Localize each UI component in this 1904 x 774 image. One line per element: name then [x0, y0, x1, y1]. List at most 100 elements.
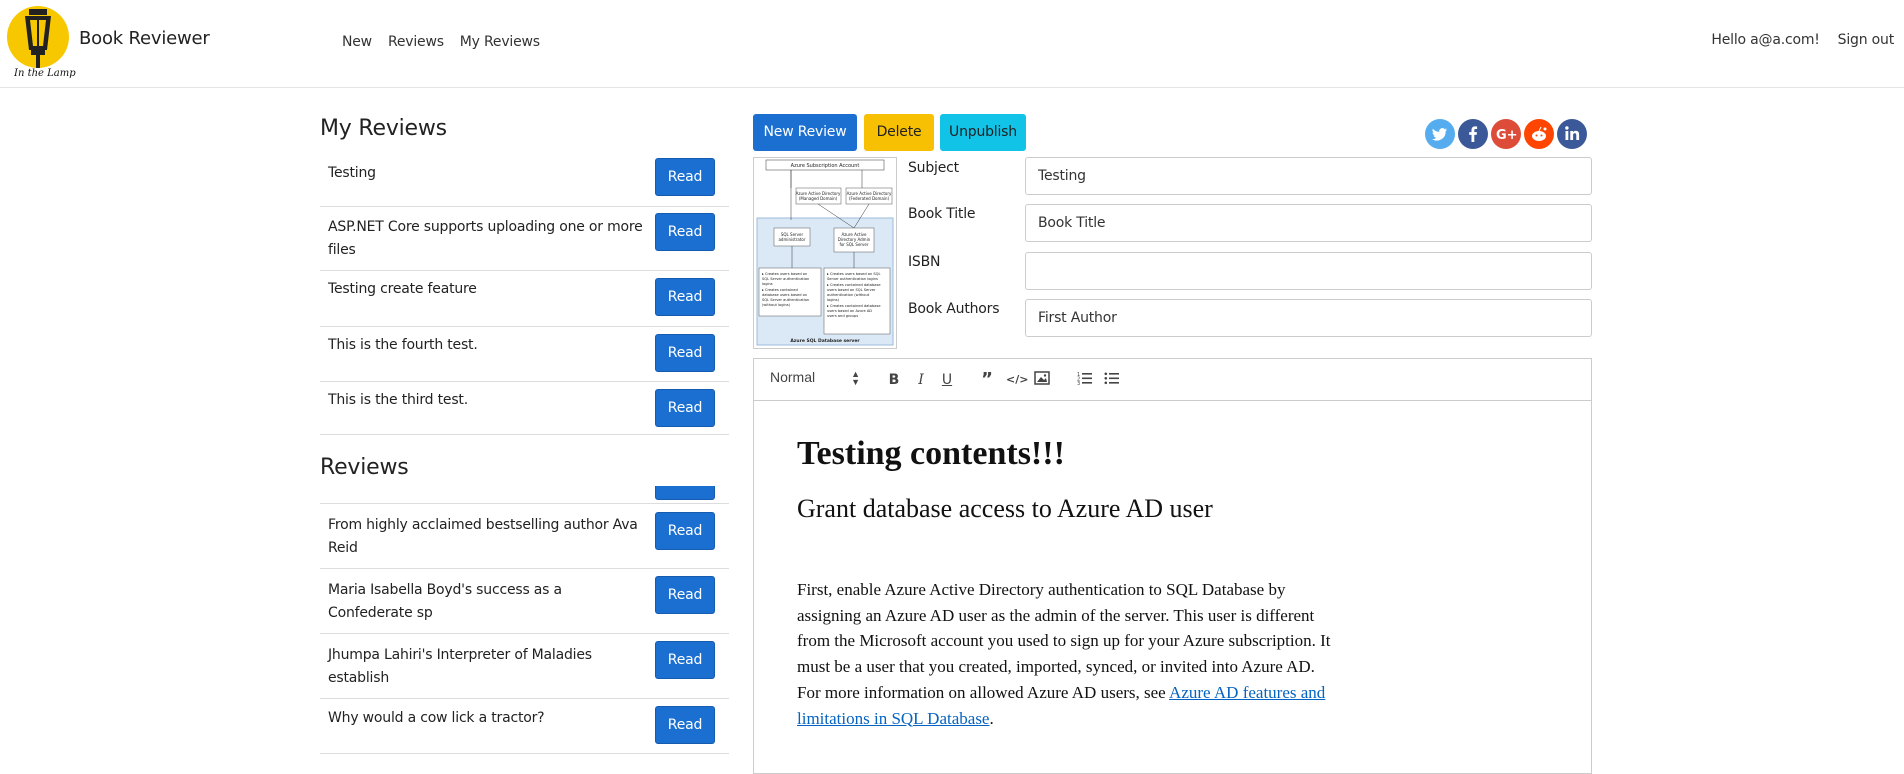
- svg-text:Server authentication logins: Server authentication logins: [827, 277, 878, 281]
- sign-out-link[interactable]: Sign out: [1838, 32, 1895, 48]
- review-title[interactable]: From highly acclaimed bestselling author…: [328, 514, 649, 560]
- format-select-value: Normal: [770, 369, 816, 385]
- read-button[interactable]: Read: [655, 576, 715, 614]
- new-review-button[interactable]: New Review: [753, 114, 857, 151]
- nav-reviews[interactable]: Reviews: [388, 34, 444, 50]
- list-item: This is the fourth test. Read: [320, 327, 729, 382]
- read-button[interactable]: Read: [655, 278, 715, 316]
- list-item: Jhumpa Lahiri's Interpreter of Maladies …: [320, 634, 729, 699]
- user-greeting[interactable]: Hello a@a.com!: [1711, 32, 1819, 48]
- twitter-icon[interactable]: [1425, 119, 1455, 149]
- select-arrows-icon: ▲ ▼: [851, 369, 860, 387]
- svg-text:3: 3: [1077, 381, 1080, 385]
- svg-text:logins: logins: [762, 282, 773, 286]
- isbn-input[interactable]: [1025, 252, 1592, 290]
- svg-text:administrator: administrator: [778, 237, 805, 242]
- read-button[interactable]: Read: [655, 389, 715, 427]
- ordered-list-icon[interactable]: 123: [1076, 371, 1094, 389]
- svg-text:users based on SQL Server: users based on SQL Server: [827, 288, 876, 292]
- paragraph-end: .: [989, 708, 994, 728]
- svg-text:▸ Creates contained database: ▸ Creates contained database: [827, 304, 881, 308]
- review-title[interactable]: This is the third test.: [328, 389, 649, 412]
- google-plus-icon[interactable]: G+: [1491, 119, 1521, 149]
- isbn-label: ISBN: [908, 254, 941, 270]
- my-reviews-title: My Reviews: [320, 116, 447, 141]
- book-authors-input[interactable]: First Author: [1025, 299, 1592, 337]
- svg-text:logins): logins): [827, 298, 840, 302]
- book-title-input[interactable]: Book Title: [1025, 204, 1592, 242]
- book-authors-label: Book Authors: [908, 301, 1000, 317]
- content-heading: Testing contents!!!: [797, 435, 1065, 472]
- review-title[interactable]: ASP.NET Core supports uploading one or m…: [328, 216, 649, 262]
- underline-icon[interactable]: U: [938, 371, 956, 389]
- svg-text:users based on Azure AD: users based on Azure AD: [827, 309, 872, 313]
- read-button[interactable]: Read: [655, 641, 715, 679]
- nav-new[interactable]: New: [342, 34, 372, 50]
- nav-my-reviews[interactable]: My Reviews: [460, 34, 540, 50]
- svg-text:(without logins): (without logins): [762, 303, 791, 307]
- reviews-list-scroll-edge: Read: [320, 486, 729, 504]
- list-item: Why would a cow lick a tractor? Read: [320, 699, 729, 754]
- code-icon[interactable]: </>: [1006, 371, 1028, 389]
- svg-text:SQL Server authentication: SQL Server authentication: [762, 298, 809, 302]
- review-title[interactable]: Why would a cow lick a tractor?: [328, 707, 649, 730]
- editor-toolbar: Normal ▲ ▼ B I U ” </> 123: [754, 359, 1591, 401]
- facebook-icon[interactable]: [1458, 119, 1488, 149]
- svg-text:G+: G+: [1496, 128, 1518, 143]
- list-item: This is the third test. Read: [320, 382, 729, 435]
- linkedin-icon[interactable]: [1557, 119, 1587, 149]
- svg-text:authentication (without: authentication (without: [827, 293, 870, 297]
- logo-caption: In the Lamp: [14, 68, 76, 79]
- navbar: In the Lamp Book Reviewer New Reviews My…: [0, 0, 1904, 88]
- subject-input[interactable]: Testing: [1025, 157, 1592, 195]
- list-item: Testing Read: [320, 155, 729, 207]
- diagram-top-label: Azure Subscription Account: [791, 163, 860, 169]
- review-title[interactable]: Jhumpa Lahiri's Interpreter of Maladies …: [328, 644, 649, 690]
- image-icon[interactable]: [1033, 371, 1051, 389]
- svg-text:▸ Creates users based on SQL: ▸ Creates users based on SQL: [827, 272, 880, 276]
- svg-text:for SQL Server: for SQL Server: [839, 242, 868, 247]
- unpublish-button[interactable]: Unpublish: [940, 114, 1026, 151]
- book-title-label: Book Title: [908, 206, 976, 222]
- list-item: Read: [320, 486, 729, 504]
- read-button[interactable]: Read: [655, 334, 715, 372]
- svg-text:users and groups: users and groups: [827, 314, 858, 318]
- rich-text-editor: Normal ▲ ▼ B I U ” </> 123 Testing conten…: [753, 358, 1592, 774]
- svg-text:(Federated Domain): (Federated Domain): [849, 196, 890, 201]
- bullet-list-icon[interactable]: [1103, 371, 1121, 389]
- review-title[interactable]: This is the fourth test.: [328, 334, 649, 357]
- review-cover-image: Azure Subscription Account Azure Active …: [753, 157, 897, 349]
- review-title[interactable]: Maria Isabella Boyd's success as a Confe…: [328, 579, 649, 625]
- review-title[interactable]: Testing create feature: [328, 278, 649, 301]
- lamp-logo[interactable]: [7, 6, 69, 68]
- svg-text:(Managed Domain): (Managed Domain): [799, 196, 838, 201]
- svg-text:▸ Creates contained database: ▸ Creates contained database: [827, 283, 881, 287]
- content-paragraph: First, enable Azure Active Directory aut…: [797, 577, 1337, 731]
- list-item: From highly acclaimed bestselling author…: [320, 505, 729, 569]
- italic-icon[interactable]: I: [912, 371, 930, 389]
- reddit-icon[interactable]: [1524, 119, 1554, 149]
- brand-name[interactable]: Book Reviewer: [79, 28, 210, 49]
- svg-text:database users based on: database users based on: [762, 293, 807, 297]
- format-select[interactable]: Normal ▲ ▼: [770, 369, 860, 391]
- read-button[interactable]: Read: [655, 213, 715, 251]
- svg-text:▸ Creates users based on: ▸ Creates users based on: [762, 272, 807, 276]
- svg-text:SQL Server authentication: SQL Server authentication: [762, 277, 809, 281]
- read-button[interactable]: Read: [655, 706, 715, 744]
- bold-icon[interactable]: B: [885, 371, 903, 389]
- reviews-title: Reviews: [320, 455, 409, 480]
- list-item: Maria Isabella Boyd's success as a Confe…: [320, 569, 729, 634]
- blockquote-icon[interactable]: ”: [978, 371, 996, 389]
- subject-label: Subject: [908, 160, 959, 176]
- reviews-list: From highly acclaimed bestselling author…: [320, 505, 729, 754]
- read-button[interactable]: Read: [655, 512, 715, 550]
- diagram-caption: Azure SQL Database server: [790, 338, 860, 344]
- read-button[interactable]: Read: [655, 158, 715, 196]
- my-reviews-list: Testing Read ASP.NET Core supports uploa…: [320, 155, 729, 435]
- review-title[interactable]: Testing: [328, 162, 649, 185]
- editor-content[interactable]: Testing contents!!! Grant database acces…: [754, 401, 1591, 763]
- delete-button[interactable]: Delete: [864, 114, 934, 151]
- read-button[interactable]: Read: [655, 486, 715, 500]
- svg-text:▸ Creates contained: ▸ Creates contained: [762, 288, 798, 292]
- list-item: Testing create feature Read: [320, 271, 729, 327]
